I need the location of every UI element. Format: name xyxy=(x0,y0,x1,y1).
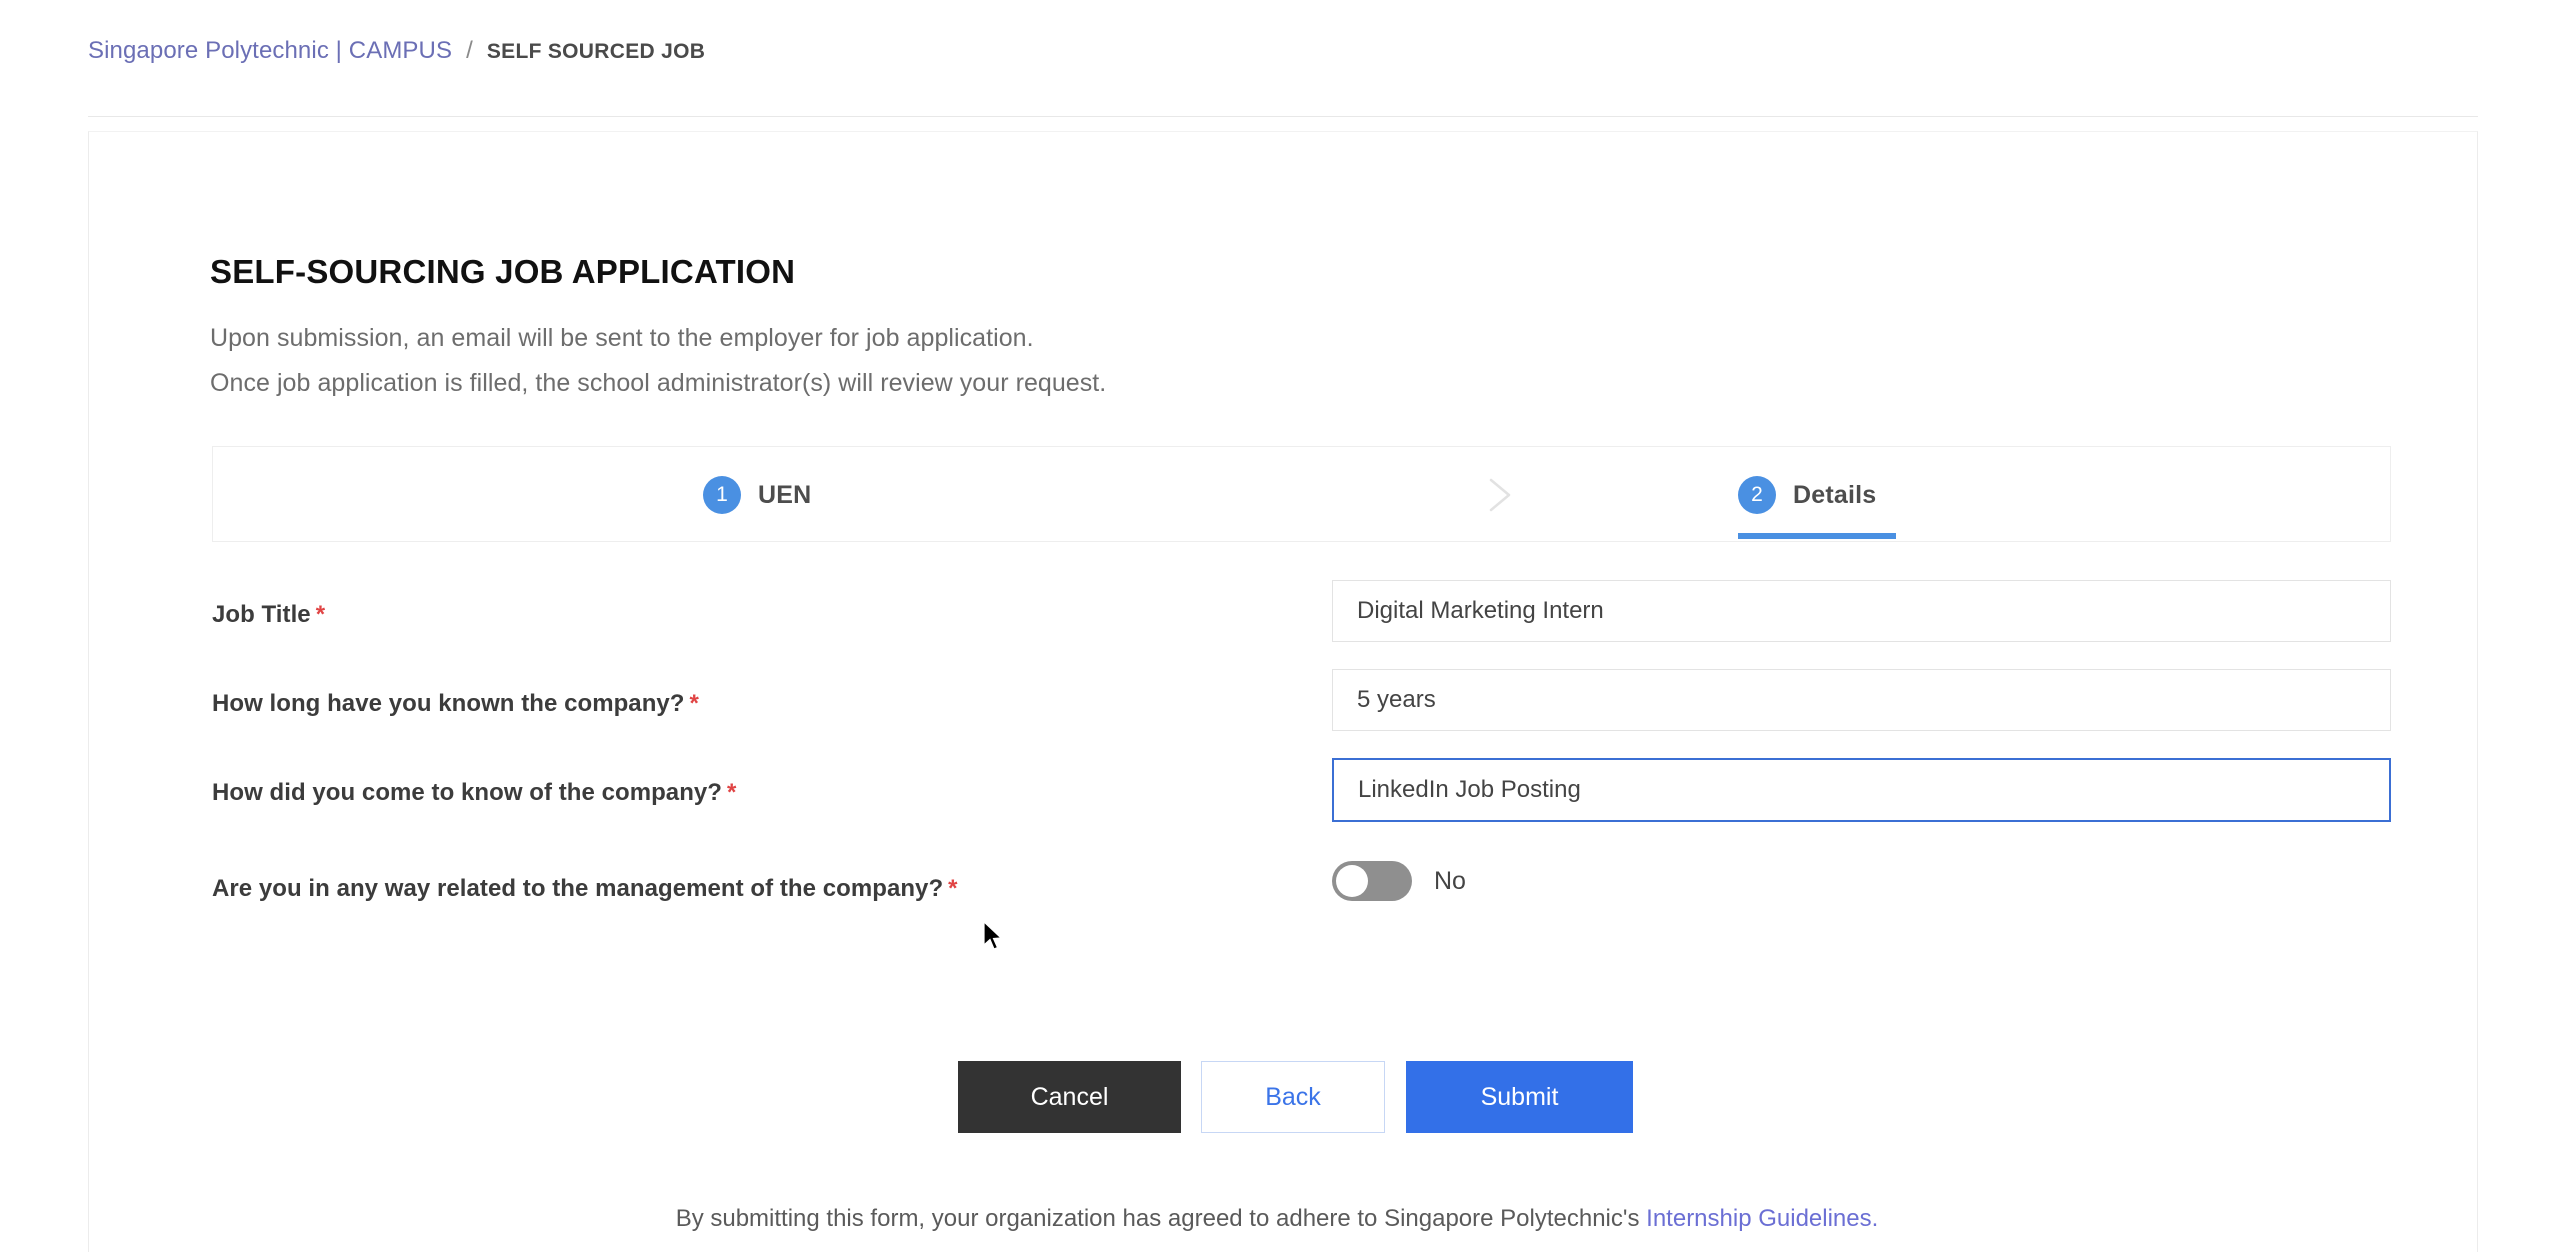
field-label-known-duration: How long have you known the company? * xyxy=(212,690,699,718)
field-label-how-known: How did you come to know of the company?… xyxy=(212,779,736,807)
active-step-indicator xyxy=(1738,533,1896,539)
related-management-toggle-group: No xyxy=(1332,861,1466,901)
known-duration-input[interactable] xyxy=(1332,669,2391,731)
page-title: SELF-SOURCING JOB APPLICATION xyxy=(210,253,796,290)
breadcrumb-current: SELF SOURCED JOB xyxy=(486,40,706,63)
breadcrumb-root-link[interactable]: Singapore Polytechnic | CAMPUS xyxy=(88,37,452,64)
header-divider xyxy=(88,116,2478,117)
how-known-input[interactable] xyxy=(1332,758,2391,822)
stepper: 1 UEN 2 Details xyxy=(212,446,2391,542)
stepper-step-uen[interactable]: 1 UEN xyxy=(703,447,811,543)
job-title-input[interactable] xyxy=(1332,580,2391,642)
intro-text-line-1: Upon submission, an email will be sent t… xyxy=(210,324,1034,352)
required-marker: * xyxy=(727,779,737,806)
submit-button[interactable]: Submit xyxy=(1406,1061,1633,1133)
breadcrumb: Singapore Polytechnic | CAMPUS / SELF SOUR… xyxy=(88,36,705,67)
toggle-value-label: No xyxy=(1434,866,1466,895)
chevron-right-icon xyxy=(1488,477,1514,513)
step-number-badge: 2 xyxy=(1738,476,1776,514)
back-button[interactable]: Back xyxy=(1201,1061,1385,1133)
step-number-badge: 1 xyxy=(703,476,741,514)
footer-text: By submitting this form, your organizati… xyxy=(675,1205,1640,1232)
field-label-text: How long have you known the company? xyxy=(212,690,685,717)
intro-text-line-2: Once job application is filled, the scho… xyxy=(210,369,1107,397)
step-label: Details xyxy=(1793,480,1877,509)
internship-guidelines-link[interactable]: Internship Guidelines. xyxy=(1646,1205,1878,1232)
required-marker: * xyxy=(948,875,958,902)
field-label-related-management: Are you in any way related to the manage… xyxy=(212,875,958,903)
cancel-button[interactable]: Cancel xyxy=(958,1061,1181,1133)
required-marker: * xyxy=(315,601,326,628)
related-management-toggle[interactable] xyxy=(1332,861,1412,901)
field-label-text: Are you in any way related to the manage… xyxy=(212,875,944,902)
stepper-step-details[interactable]: 2 Details xyxy=(1738,447,1876,543)
required-marker: * xyxy=(689,690,699,717)
step-label: UEN xyxy=(758,480,812,509)
field-label-text: Job Title xyxy=(212,601,311,628)
footer-disclaimer: By submitting this form, your organizati… xyxy=(0,1205,2554,1233)
breadcrumb-separator: / xyxy=(466,37,473,64)
field-label-job-title: Job Title * xyxy=(212,601,325,629)
field-label-text: How did you come to know of the company? xyxy=(212,779,723,806)
toggle-knob xyxy=(1336,865,1368,897)
